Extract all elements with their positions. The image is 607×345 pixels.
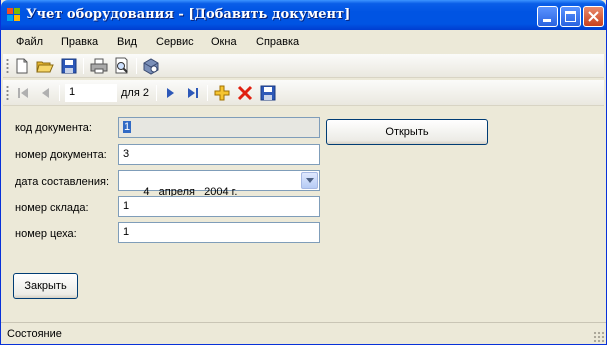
maximize-button[interactable] xyxy=(560,6,581,27)
delete-icon[interactable] xyxy=(236,84,254,102)
print-icon[interactable] xyxy=(90,57,108,75)
workshop-field[interactable]: 1 xyxy=(118,222,320,243)
save-icon[interactable] xyxy=(60,57,78,75)
main-toolbar xyxy=(3,54,604,78)
menu-windows[interactable]: Окна xyxy=(211,36,237,48)
date-picker[interactable]: 4 апреля 2004 г. xyxy=(118,170,320,198)
close-icon xyxy=(588,11,599,22)
position-input[interactable]: 1 xyxy=(65,84,117,102)
navigator-separator xyxy=(156,85,157,101)
menu-edit[interactable]: Правка xyxy=(61,36,98,48)
date-dropdown-button[interactable] xyxy=(301,172,318,189)
save-data-icon[interactable] xyxy=(259,84,277,102)
menu-view[interactable]: Вид xyxy=(117,36,137,48)
toolbar-grip[interactable] xyxy=(6,58,9,74)
new-document-icon[interactable] xyxy=(13,57,31,75)
minimize-icon xyxy=(543,19,551,22)
title-bar[interactable]: Учет оборудования - [Добавить документ] xyxy=(1,0,606,30)
move-last-icon[interactable] xyxy=(184,84,202,102)
record-count-label: для 2 xyxy=(121,87,149,99)
minimize-button[interactable] xyxy=(537,6,558,27)
binding-navigator: 1 для 2 xyxy=(3,80,604,106)
doc-number-label: номер документа: xyxy=(15,149,107,161)
add-new-icon[interactable] xyxy=(213,84,231,102)
menu-file[interactable]: Файл xyxy=(16,36,43,48)
resize-grip-icon[interactable] xyxy=(593,331,604,342)
menu-bar: Файл Правка Вид Сервис Окна Справка xyxy=(1,30,606,53)
close-button[interactable]: Закрыть xyxy=(13,273,78,299)
move-previous-icon[interactable] xyxy=(37,84,55,102)
navigator-separator xyxy=(59,85,60,101)
open-folder-icon[interactable] xyxy=(36,57,54,75)
chevron-down-icon xyxy=(306,178,314,183)
status-label: Состояние xyxy=(7,328,62,340)
doc-code-label: код документа: xyxy=(15,122,92,134)
toolbar-separator xyxy=(136,58,137,74)
maximize-icon xyxy=(565,11,576,22)
navigator-grip[interactable] xyxy=(6,85,9,101)
help-icon[interactable] xyxy=(142,57,160,75)
app-icon xyxy=(7,8,21,22)
doc-code-field[interactable]: 1 xyxy=(118,117,320,138)
date-label: дата составления: xyxy=(15,176,110,188)
doc-code-value: 1 xyxy=(123,121,132,133)
move-next-icon[interactable] xyxy=(161,84,179,102)
close-button-label: Закрыть xyxy=(24,280,67,292)
print-preview-icon[interactable] xyxy=(113,57,131,75)
toolbar-separator xyxy=(83,58,84,74)
window-title: Учет оборудования - [Добавить документ] xyxy=(26,7,351,22)
open-button[interactable]: Открыть xyxy=(326,119,488,145)
warehouse-field[interactable]: 1 xyxy=(118,196,320,217)
navigator-separator xyxy=(207,85,208,101)
close-window-button[interactable] xyxy=(583,6,604,27)
app-window: Учет оборудования - [Добавить документ] … xyxy=(0,0,607,345)
move-first-icon[interactable] xyxy=(14,84,32,102)
workshop-label: номер цеха: xyxy=(15,228,77,240)
document-form: код документа: 1 Открыть номер документа… xyxy=(3,107,604,321)
open-button-label: Открыть xyxy=(385,126,429,138)
status-bar: Состояние xyxy=(1,322,606,344)
warehouse-label: номер склада: xyxy=(15,202,89,214)
menu-service[interactable]: Сервис xyxy=(156,36,194,48)
doc-number-field[interactable]: 3 xyxy=(118,144,320,165)
menu-help[interactable]: Справка xyxy=(256,36,299,48)
